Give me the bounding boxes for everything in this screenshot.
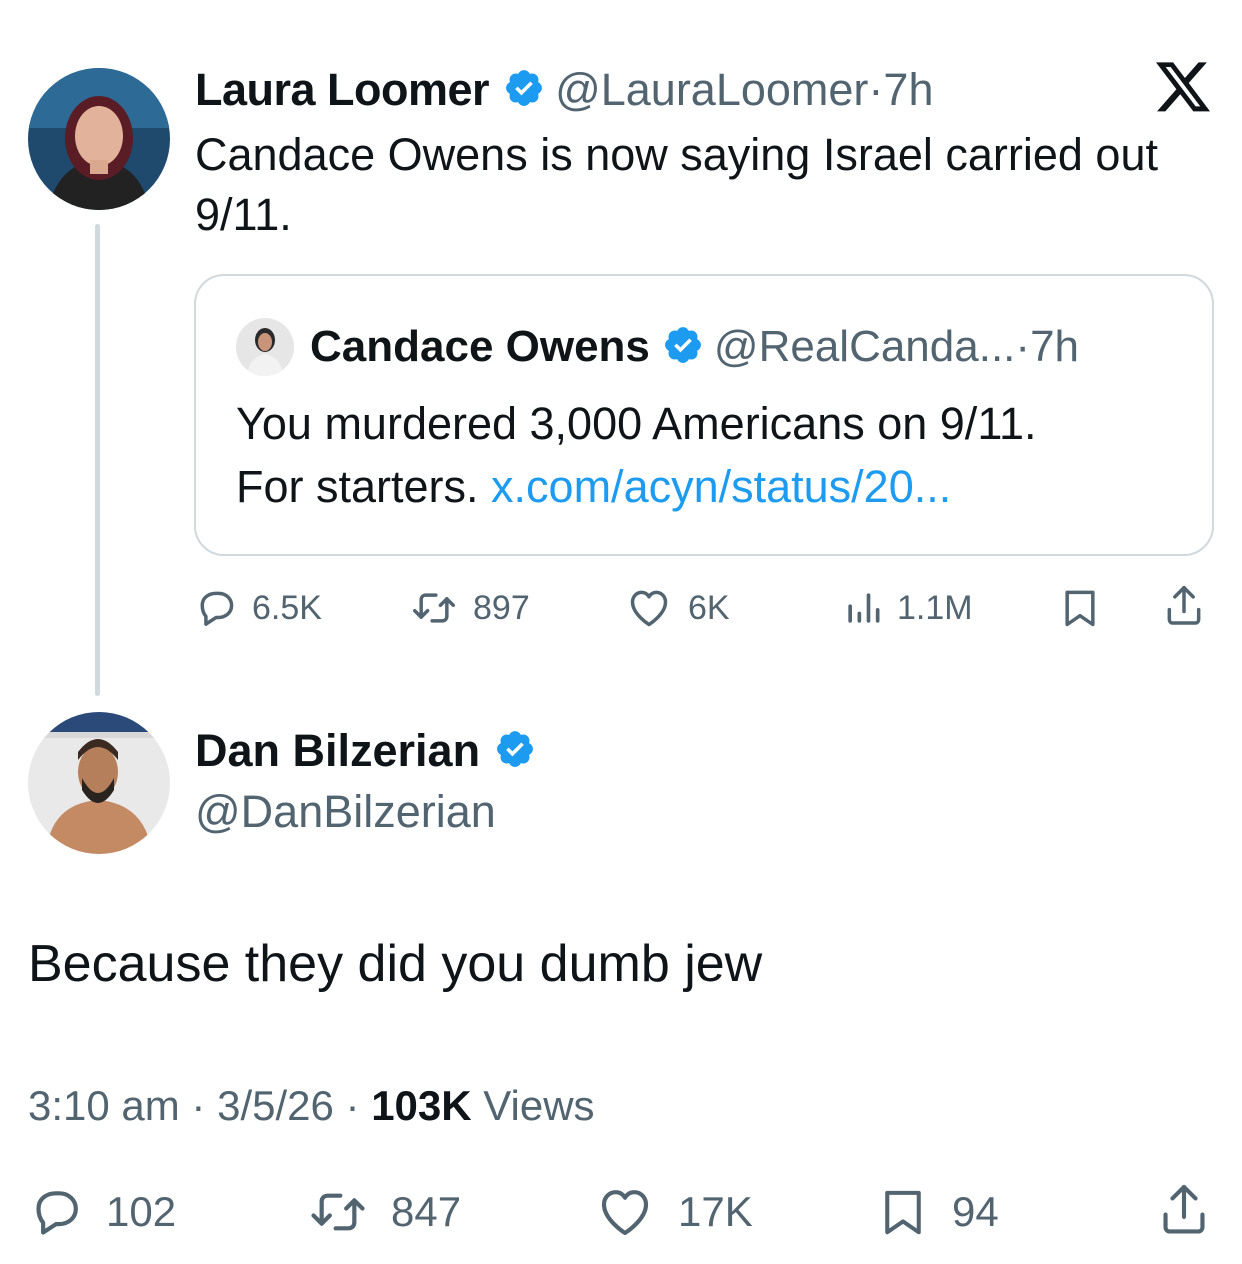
repost-count: 847 [391,1188,462,1235]
tweet-date[interactable]: 3/5/26 [217,1082,334,1129]
share-button[interactable] [1156,1182,1212,1238]
parent-header: Laura Loomer @LauraLoomer · 7h [195,62,933,118]
quote-avatar [236,318,294,376]
reply-author-name[interactable]: Dan Bilzerian [195,725,480,777]
parent-time[interactable]: 7h [883,64,933,116]
profile-photo [28,68,170,210]
quote-handle: @RealCanda... [713,322,1016,371]
reply-button[interactable]: 102 [28,1184,176,1240]
parent-tweet-text: Candace Owens is now saying Israel carri… [195,125,1225,245]
reply-icon [194,586,238,630]
quote-tweet-text: You murdered 3,000 Americans on 9/11. Fo… [236,392,1176,518]
separator: · [333,1082,372,1129]
like-count: 6K [688,588,730,627]
quote-link[interactable]: x.com/acyn/status/20... [491,461,951,512]
share-button[interactable] [1162,582,1206,630]
separator: · [179,1082,218,1129]
views-chart-icon [843,586,883,630]
repost-icon [409,586,459,630]
views-label: Views [471,1082,595,1129]
tweet-meta: 3:10 am · 3/5/26 · 103K Views [28,1082,595,1130]
parent-author-name[interactable]: Laura Loomer [195,64,490,116]
share-icon [1156,1180,1212,1240]
repost-button[interactable]: 897 [409,584,530,632]
verified-badge-icon [503,67,545,114]
tweet-time[interactable]: 3:10 am [28,1082,180,1129]
repost-count: 897 [473,588,530,627]
verified-badge-icon [662,324,704,371]
profile-photo [236,318,294,376]
parent-avatar[interactable] [28,68,170,210]
quote-author-name: Candace Owens [310,322,650,371]
heart-icon [594,1184,656,1240]
reply-avatar[interactable] [28,712,170,854]
like-button[interactable]: 6K [624,584,730,632]
quote-time: 7h [1030,322,1080,371]
bookmark-count: 94 [952,1188,999,1235]
parent-text-line2: 9/11. [195,189,292,240]
like-button[interactable]: 17K [594,1184,753,1240]
parent-handle[interactable]: @LauraLoomer [555,64,868,116]
heart-icon [624,586,674,630]
bookmark-button[interactable]: 94 [876,1184,999,1240]
reply-count: 102 [106,1188,177,1235]
quote-text-line1: You murdered 3,000 Americans on 9/11. [236,398,1037,449]
bookmark-icon [876,1184,930,1240]
repost-button[interactable]: 847 [307,1184,461,1240]
x-logo-icon[interactable] [1156,62,1212,114]
reply-count: 6.5K [252,588,322,627]
bookmark-icon [1058,586,1102,630]
bookmark-button[interactable] [1058,584,1102,632]
separator: · [868,64,884,115]
reply-name-row: Dan Bilzerian [195,722,536,780]
reply-handle[interactable]: @DanBilzerian [195,786,496,838]
views-count: 1.1M [897,588,973,627]
reply-button[interactable]: 6.5K [194,584,322,632]
parent-text-line1: Candace Owens is now saying Israel carri… [195,129,1158,180]
thread-line [95,224,100,696]
reply-tweet-text: Because they did you dumb jew [28,935,763,993]
reply-icon [28,1184,84,1240]
separator: · [1015,322,1031,371]
verified-badge-icon [494,728,536,775]
like-count: 17K [678,1188,753,1235]
repost-icon [307,1184,369,1240]
quote-text-line2: For starters. [236,461,492,512]
profile-photo [28,712,170,854]
views-total: 103K [371,1082,472,1129]
quote-header: Candace Owens @RealCanda... · 7h [310,318,1079,376]
share-icon [1162,582,1206,630]
views-button[interactable]: 1.1M [843,584,973,632]
